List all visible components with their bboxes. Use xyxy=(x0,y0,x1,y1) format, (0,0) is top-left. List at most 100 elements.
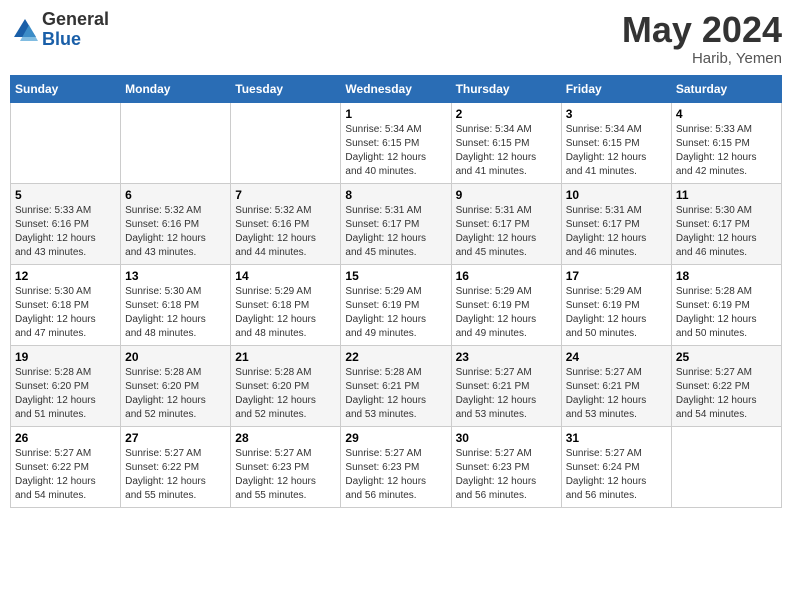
calendar-cell xyxy=(231,102,341,183)
day-info: Sunrise: 5:28 AM Sunset: 6:20 PM Dayligh… xyxy=(125,366,226,422)
day-info: Sunrise: 5:34 AM Sunset: 6:15 PM Dayligh… xyxy=(345,123,446,179)
calendar-cell: 4 Sunrise: 5:33 AM Sunset: 6:15 PM Daylig… xyxy=(671,102,781,183)
day-info: Sunrise: 5:28 AM Sunset: 6:21 PM Dayligh… xyxy=(345,366,446,422)
calendar-cell: 30 Sunrise: 5:27 AM Sunset: 6:23 PM Dayli… xyxy=(451,426,561,507)
calendar-cell: 5 Sunrise: 5:33 AM Sunset: 6:16 PM Daylig… xyxy=(11,183,121,264)
day-number: 8 xyxy=(345,188,446,202)
day-number: 5 xyxy=(15,188,116,202)
day-number: 30 xyxy=(456,431,557,445)
page-header: General Blue May 2024 Harib, Yemen xyxy=(10,10,782,67)
calendar-cell: 6Sunrise: 5:32 AM Sunset: 6:16 PM Daylig… xyxy=(121,183,231,264)
day-number: 21 xyxy=(235,350,336,364)
day-number: 26 xyxy=(15,431,116,445)
day-number: 28 xyxy=(235,431,336,445)
day-info: Sunrise: 5:28 AM Sunset: 6:19 PM Dayligh… xyxy=(676,285,777,341)
day-info: Sunrise: 5:34 AM Sunset: 6:15 PM Dayligh… xyxy=(566,123,667,179)
calendar-table: SundayMondayTuesdayWednesdayThursdayFrid… xyxy=(10,75,782,508)
calendar-cell: 23Sunrise: 5:27 AM Sunset: 6:21 PM Dayli… xyxy=(451,345,561,426)
day-number: 1 xyxy=(345,107,446,121)
title-block: May 2024 Harib, Yemen xyxy=(622,10,782,67)
day-info: Sunrise: 5:27 AM Sunset: 6:21 PM Dayligh… xyxy=(566,366,667,422)
calendar-cell: 7 Sunrise: 5:32 AM Sunset: 6:16 PM Daylig… xyxy=(231,183,341,264)
weekday-header-row: SundayMondayTuesdayWednesdayThursdayFrid… xyxy=(11,75,782,102)
calendar-cell: 24 Sunrise: 5:27 AM Sunset: 6:21 PM Dayli… xyxy=(561,345,671,426)
day-info: Sunrise: 5:29 AM Sunset: 6:18 PM Dayligh… xyxy=(235,285,336,341)
day-number: 2 xyxy=(456,107,557,121)
day-number: 13 xyxy=(125,269,226,283)
calendar-cell: 31Sunrise: 5:27 AM Sunset: 6:24 PM Dayli… xyxy=(561,426,671,507)
calendar-cell: 14 Sunrise: 5:29 AM Sunset: 6:18 PM Dayli… xyxy=(231,264,341,345)
day-number: 24 xyxy=(566,350,667,364)
logo-general: General xyxy=(42,9,109,29)
calendar-cell: 13 Sunrise: 5:30 AM Sunset: 6:18 PM Dayli… xyxy=(121,264,231,345)
day-info: Sunrise: 5:33 AM Sunset: 6:15 PM Dayligh… xyxy=(676,123,777,179)
calendar-cell: 8 Sunrise: 5:31 AM Sunset: 6:17 PM Daylig… xyxy=(341,183,451,264)
calendar-week-row: 12 Sunrise: 5:30 AM Sunset: 6:18 PM Dayli… xyxy=(11,264,782,345)
day-info: Sunrise: 5:27 AM Sunset: 6:23 PM Dayligh… xyxy=(456,447,557,503)
calendar-cell: 15Sunrise: 5:29 AM Sunset: 6:19 PM Dayli… xyxy=(341,264,451,345)
day-info: Sunrise: 5:27 AM Sunset: 6:23 PM Dayligh… xyxy=(345,447,446,503)
calendar-cell: 29 Sunrise: 5:27 AM Sunset: 6:23 PM Dayli… xyxy=(341,426,451,507)
calendar-cell: 20 Sunrise: 5:28 AM Sunset: 6:20 PM Dayli… xyxy=(121,345,231,426)
day-info: Sunrise: 5:28 AM Sunset: 6:20 PM Dayligh… xyxy=(15,366,116,422)
day-number: 20 xyxy=(125,350,226,364)
day-info: Sunrise: 5:31 AM Sunset: 6:17 PM Dayligh… xyxy=(566,204,667,260)
calendar-cell xyxy=(671,426,781,507)
calendar-week-row: 1 Sunrise: 5:34 AM Sunset: 6:15 PM Daylig… xyxy=(11,102,782,183)
day-number: 6 xyxy=(125,188,226,202)
weekday-header: Monday xyxy=(121,75,231,102)
day-number: 17 xyxy=(566,269,667,283)
calendar-cell: 12 Sunrise: 5:30 AM Sunset: 6:18 PM Dayli… xyxy=(11,264,121,345)
day-number: 3 xyxy=(566,107,667,121)
day-info: Sunrise: 5:27 AM Sunset: 6:22 PM Dayligh… xyxy=(15,447,116,503)
day-info: Sunrise: 5:33 AM Sunset: 6:16 PM Dayligh… xyxy=(15,204,116,260)
weekday-header: Thursday xyxy=(451,75,561,102)
calendar-cell: 27Sunrise: 5:27 AM Sunset: 6:22 PM Dayli… xyxy=(121,426,231,507)
logo-icon xyxy=(10,15,40,45)
day-number: 16 xyxy=(456,269,557,283)
day-info: Sunrise: 5:27 AM Sunset: 6:22 PM Dayligh… xyxy=(125,447,226,503)
day-number: 12 xyxy=(15,269,116,283)
day-number: 18 xyxy=(676,269,777,283)
day-number: 25 xyxy=(676,350,777,364)
calendar-cell: 26 Sunrise: 5:27 AM Sunset: 6:22 PM Dayli… xyxy=(11,426,121,507)
weekday-header: Tuesday xyxy=(231,75,341,102)
logo-blue: Blue xyxy=(42,29,81,49)
day-info: Sunrise: 5:30 AM Sunset: 6:18 PM Dayligh… xyxy=(15,285,116,341)
calendar-cell: 21Sunrise: 5:28 AM Sunset: 6:20 PM Dayli… xyxy=(231,345,341,426)
calendar-cell: 10 Sunrise: 5:31 AM Sunset: 6:17 PM Dayli… xyxy=(561,183,671,264)
day-number: 14 xyxy=(235,269,336,283)
day-info: Sunrise: 5:30 AM Sunset: 6:18 PM Dayligh… xyxy=(125,285,226,341)
day-info: Sunrise: 5:29 AM Sunset: 6:19 PM Dayligh… xyxy=(566,285,667,341)
day-info: Sunrise: 5:27 AM Sunset: 6:23 PM Dayligh… xyxy=(235,447,336,503)
calendar-cell: 16 Sunrise: 5:29 AM Sunset: 6:19 PM Dayli… xyxy=(451,264,561,345)
day-number: 22 xyxy=(345,350,446,364)
day-info: Sunrise: 5:32 AM Sunset: 6:16 PM Dayligh… xyxy=(235,204,336,260)
day-number: 29 xyxy=(345,431,446,445)
day-number: 7 xyxy=(235,188,336,202)
calendar-week-row: 26 Sunrise: 5:27 AM Sunset: 6:22 PM Dayli… xyxy=(11,426,782,507)
day-number: 19 xyxy=(15,350,116,364)
day-number: 11 xyxy=(676,188,777,202)
calendar-cell: 1 Sunrise: 5:34 AM Sunset: 6:15 PM Daylig… xyxy=(341,102,451,183)
weekday-header: Sunday xyxy=(11,75,121,102)
logo: General Blue xyxy=(10,10,109,50)
calendar-cell: 17 Sunrise: 5:29 AM Sunset: 6:19 PM Dayli… xyxy=(561,264,671,345)
day-number: 10 xyxy=(566,188,667,202)
calendar-week-row: 19 Sunrise: 5:28 AM Sunset: 6:20 PM Dayli… xyxy=(11,345,782,426)
calendar-cell xyxy=(11,102,121,183)
day-info: Sunrise: 5:27 AM Sunset: 6:21 PM Dayligh… xyxy=(456,366,557,422)
weekday-header: Saturday xyxy=(671,75,781,102)
weekday-header: Friday xyxy=(561,75,671,102)
day-number: 15 xyxy=(345,269,446,283)
day-number: 9 xyxy=(456,188,557,202)
day-info: Sunrise: 5:31 AM Sunset: 6:17 PM Dayligh… xyxy=(345,204,446,260)
day-number: 31 xyxy=(566,431,667,445)
calendar-cell: 11 Sunrise: 5:30 AM Sunset: 6:17 PM Dayli… xyxy=(671,183,781,264)
day-info: Sunrise: 5:30 AM Sunset: 6:17 PM Dayligh… xyxy=(676,204,777,260)
calendar-cell: 9Sunrise: 5:31 AM Sunset: 6:17 PM Daylig… xyxy=(451,183,561,264)
day-number: 4 xyxy=(676,107,777,121)
month-title: May 2024 xyxy=(622,10,782,50)
day-info: Sunrise: 5:29 AM Sunset: 6:19 PM Dayligh… xyxy=(456,285,557,341)
calendar-cell xyxy=(121,102,231,183)
